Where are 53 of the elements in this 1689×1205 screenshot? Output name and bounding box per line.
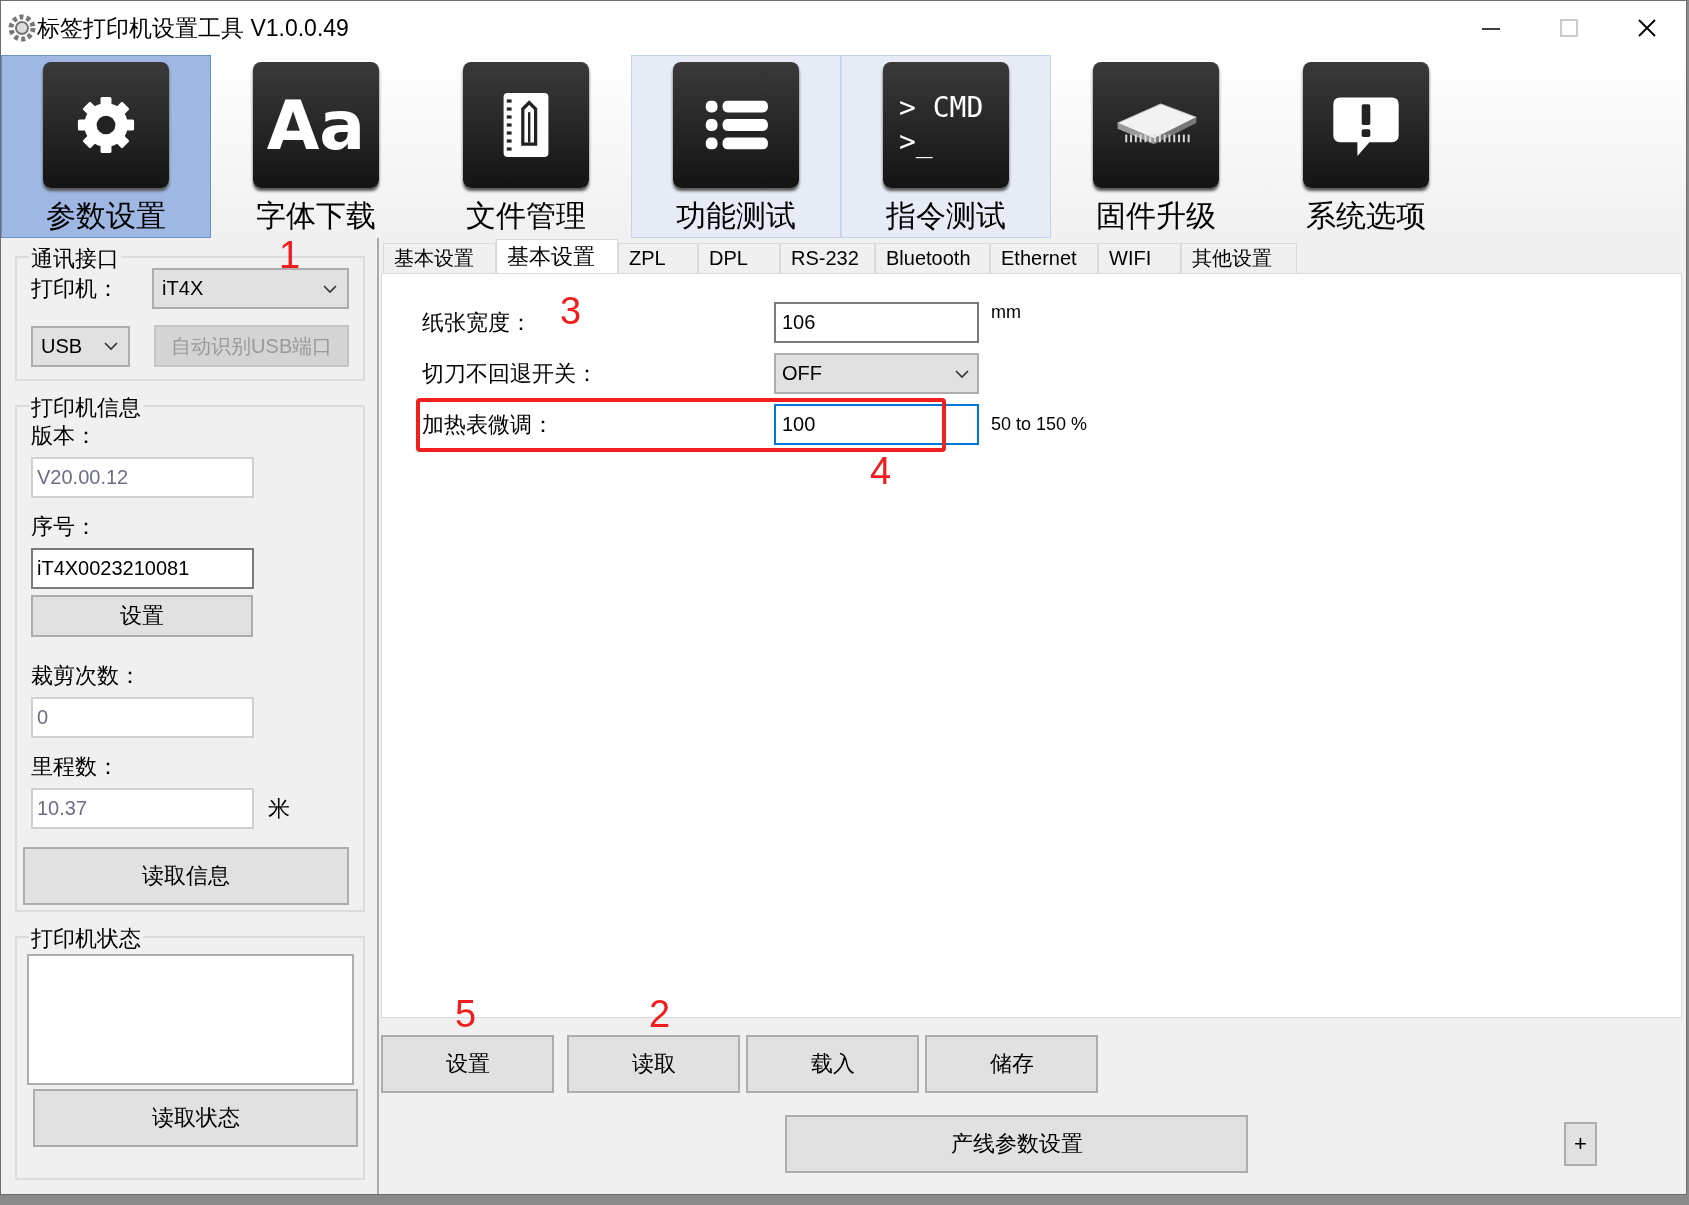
annotation-number: 4 [870,452,892,490]
tab[interactable]: 基本设置 [496,239,618,273]
dropdown[interactable]: OFF [774,353,979,394]
toolbar-button[interactable]: 文件管理 [421,55,631,238]
tab[interactable]: Ethernet [990,243,1098,273]
field-label: 裁剪次数： [31,662,142,690]
tab[interactable]: 其他设置 [1181,243,1297,273]
tab[interactable]: WIFI [1098,243,1181,273]
field-label: 打印机： [31,274,120,303]
toolbar-button[interactable]: 系统选项 [1261,55,1471,238]
expand-button[interactable]: + [1564,1122,1597,1166]
read-info-button[interactable]: 读取信息 [23,847,349,905]
text-field[interactable]: 0 [31,697,254,738]
tab[interactable]: Bluetooth [875,243,990,273]
toolbar-button[interactable]: Aa 字体下载 [211,55,421,238]
text-field[interactable]: 10.37 [31,788,254,829]
annotation-number: 5 [455,995,477,1033]
toolbar-button[interactable]: 参数设置 [1,55,211,238]
text-field[interactable]: 106 [774,302,979,343]
field-label: 纸张宽度： [422,309,532,335]
field-label: 序号： [31,513,98,541]
tab[interactable]: 基本设置 [383,243,496,273]
set-button[interactable]: 设置 [31,595,253,637]
gear-icon [7,13,37,43]
annotation-number: 2 [649,995,671,1033]
field-label: 版本： [31,422,98,450]
window-title: 标签打印机设置工具 V1.0.0.49 [37,13,350,43]
tab[interactable]: DPL [698,243,780,273]
icon-glyph: Aa [266,85,366,165]
icon-glyph: > CMD [899,91,984,125]
text-field[interactable]: V20.00.12 [31,457,254,498]
dropdown[interactable]: iT4X [152,268,349,309]
action-button[interactable]: 储存 [925,1035,1098,1093]
icon-glyph: >_ [899,125,933,159]
text-field[interactable]: iT4X0023210081 [31,548,254,589]
dropdown[interactable]: USB [31,325,131,367]
tab[interactable]: RS-232 [780,243,875,273]
production-settings-button[interactable]: 产线参数设置 [785,1115,1248,1173]
unit-label: 50 to 150 % [991,414,1088,435]
annotation-number: 3 [560,292,582,330]
tab[interactable]: ZPL [618,243,698,273]
toolbar-button[interactable]: 固件升级 [1051,55,1261,238]
unit-label: mm [991,302,1021,323]
text-field[interactable]: 100 [774,404,979,445]
field-label: 切刀不回退开关： [422,360,598,386]
toolbar-button[interactable]: > CMD >_ 指令测试 [841,55,1051,238]
field-label: 里程数： [31,753,120,781]
action-button[interactable]: 载入 [746,1035,919,1093]
toolbar-button[interactable]: 功能测试 [631,55,841,238]
field-label: 加热表微调： [422,411,554,437]
unit-label: 米 [268,794,290,823]
close-icon[interactable] [1636,17,1658,39]
read-status-button[interactable]: 读取状态 [33,1089,358,1147]
